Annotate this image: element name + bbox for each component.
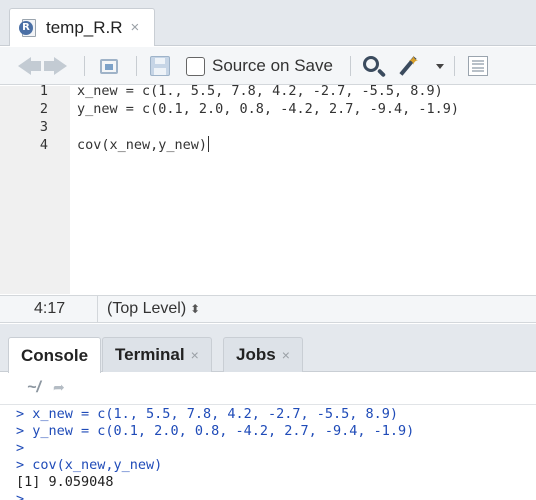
scope-label: (Top Level) — [107, 300, 187, 317]
console-prompt: > — [16, 406, 25, 422]
forward-arrow-stem — [44, 61, 54, 71]
code-line: 3 — [0, 118, 536, 136]
toolbar-divider — [350, 56, 351, 76]
console-tab-bar: Console Terminal × Jobs × — [0, 332, 536, 373]
console-output-line: [1] 9.059048 — [16, 474, 114, 490]
tab-terminal-label: Terminal — [115, 345, 185, 364]
go-to-directory-icon[interactable]: ➦ — [53, 379, 65, 396]
r-file-icon: R — [19, 18, 38, 37]
console-command: x_new = c(1., 5.5, 7.8, 4.2, -2.7, -5.5,… — [24, 406, 399, 422]
console-output[interactable]: > x_new = c(1., 5.5, 7.8, 4.2, -2.7, -5.… — [0, 406, 536, 500]
close-terminal-icon[interactable]: × — [191, 347, 199, 363]
toolbar-divider — [84, 56, 85, 76]
editor-tab-label: temp_R.R — [46, 17, 123, 37]
console-line: > — [16, 440, 24, 457]
document-outline-icon[interactable] — [468, 47, 490, 85]
console-prompt: > — [16, 491, 25, 500]
editor-tab-temp-r[interactable]: R temp_R.R × — [9, 8, 155, 46]
source-on-save-toggle[interactable]: Source on Save — [186, 47, 333, 85]
sparkle-icon: ✦ — [408, 53, 419, 68]
toolbar-divider — [454, 56, 455, 76]
source-on-save-label: Source on Save — [212, 56, 333, 75]
toolbar-divider — [136, 56, 137, 76]
line-number: 4 — [39, 137, 48, 153]
code-line: 4 cov(x_new,y_new) — [0, 136, 536, 154]
chevron-down-icon[interactable] — [436, 64, 444, 69]
status-divider — [97, 296, 98, 323]
cursor-position: 4:17 — [34, 300, 66, 317]
tab-console-label: Console — [21, 345, 89, 365]
tab-jobs[interactable]: Jobs × — [223, 337, 303, 372]
editor-status-bar: 4:17 (Top Level) ⬍ — [0, 295, 536, 323]
line-number: 2 — [39, 101, 48, 117]
code-line: 2 y_new = c(0.1, 2.0, 0.8, -4.2, 2.7, -9… — [0, 100, 536, 118]
console-command: cov(x_new,y_new) — [24, 457, 163, 473]
code-line: 1 x_new = c(1., 5.5, 7.8, 4.2, -2.7, -5.… — [0, 82, 536, 100]
console-command: y_new = c(0.1, 2.0, 0.8, -4.2, 2.7, -9.4… — [24, 423, 415, 439]
line-number: 1 — [39, 83, 48, 99]
console-prompt: > — [16, 457, 25, 473]
editor-tab-bar: R temp_R.R × — [0, 0, 536, 46]
back-arrow-icon[interactable] — [18, 57, 31, 75]
tab-jobs-label: Jobs — [236, 345, 276, 364]
scope-selector[interactable]: (Top Level) ⬍ — [107, 300, 200, 318]
forward-arrow-icon[interactable] — [54, 57, 67, 75]
code-text-content: cov(x_new,y_new) — [77, 137, 208, 153]
search-icon[interactable] — [362, 47, 388, 85]
code-text: x_new = c(1., 5.5, 7.8, 4.2, -2.7, -5.5,… — [77, 83, 443, 99]
show-in-window-icon[interactable] — [100, 47, 122, 85]
console-line: > cov(x_new,y_new) — [16, 457, 162, 474]
save-icon[interactable] — [150, 47, 174, 85]
updown-caret-icon: ⬍ — [190, 302, 201, 316]
text-cursor — [208, 136, 210, 152]
close-tab-icon[interactable]: × — [131, 19, 140, 36]
tab-console[interactable]: Console — [8, 337, 102, 373]
working-directory: ~/ — [27, 379, 41, 396]
console-prompt: > — [16, 423, 25, 439]
source-on-save-checkbox[interactable] — [186, 56, 205, 76]
pane-splitter[interactable] — [0, 324, 536, 332]
editor-toolbar: Source on Save ✦ — [0, 47, 536, 85]
code-text: y_new = c(0.1, 2.0, 0.8, -4.2, 2.7, -9.4… — [77, 101, 460, 117]
back-arrow-stem — [31, 61, 41, 71]
console-prompt: > — [16, 440, 25, 456]
code-editor[interactable]: 1 x_new = c(1., 5.5, 7.8, 4.2, -2.7, -5.… — [0, 83, 536, 294]
console-line: > x_new = c(1., 5.5, 7.8, 4.2, -2.7, -5.… — [16, 406, 398, 423]
console-line: > — [16, 491, 24, 500]
tab-terminal[interactable]: Terminal × — [102, 337, 212, 372]
code-text: cov(x_new,y_new) — [77, 136, 210, 154]
console-line: > y_new = c(0.1, 2.0, 0.8, -4.2, 2.7, -9… — [16, 423, 414, 440]
close-jobs-icon[interactable]: × — [282, 347, 290, 363]
line-number: 3 — [39, 119, 48, 135]
console-path-bar: ~/ ➦ — [0, 373, 536, 405]
